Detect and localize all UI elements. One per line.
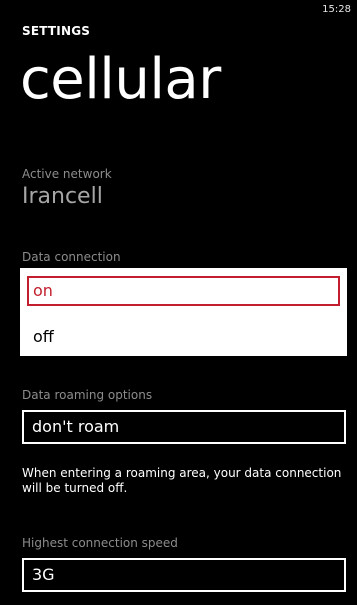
data-connection-label: Data connection [22, 250, 121, 264]
active-network-value: Irancell [22, 184, 103, 209]
clock: 15:28 [322, 4, 351, 15]
status-bar: 15:28 [0, 0, 357, 22]
data-roaming-label: Data roaming options [22, 388, 153, 402]
page-title: cellular [20, 47, 221, 112]
app-title: SETTINGS [22, 24, 91, 38]
active-network-label: Active network [22, 167, 112, 181]
connection-speed-picker[interactable]: 3G [22, 558, 346, 592]
data-roaming-picker[interactable]: don't roam [22, 410, 346, 444]
data-connection-dropdown[interactable]: on off [20, 268, 347, 356]
connection-speed-label: Highest connection speed [22, 536, 178, 550]
data-connection-option-on[interactable]: on [27, 276, 340, 306]
data-roaming-description: When entering a roaming area, your data … [22, 466, 342, 495]
data-connection-option-off[interactable]: off [27, 322, 340, 352]
